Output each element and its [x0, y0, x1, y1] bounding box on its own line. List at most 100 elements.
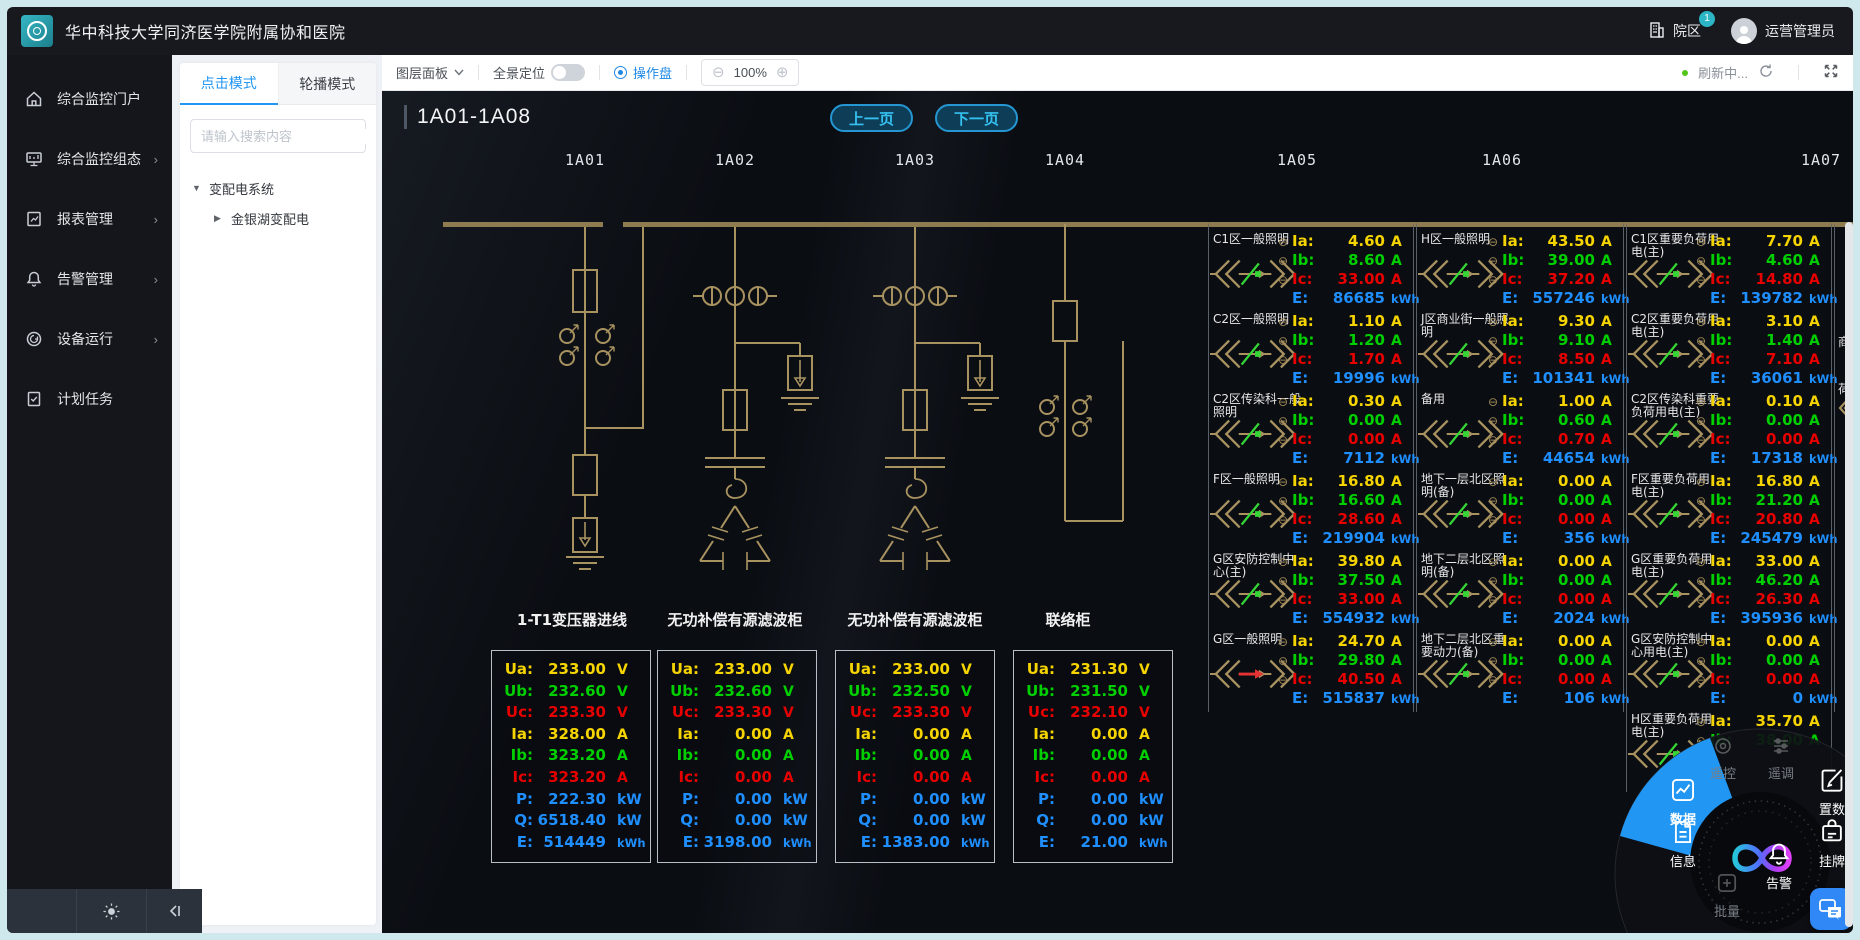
app-title: 华中科技大学同济医学院附属协和医院 [65, 19, 346, 43]
user-menu[interactable]: 运营管理员 [1731, 18, 1835, 44]
scada-canvas[interactable]: 1A01-1A08 上一页 下一页 [382, 91, 1853, 933]
zoom-in-icon[interactable]: ⊕ [776, 65, 789, 80]
layer-panel-button[interactable]: 图层面板 [396, 63, 464, 82]
tree-node-jinyinhu[interactable]: ▶ 金银湖变配电 [192, 203, 364, 233]
bay-1A04 [1040, 224, 1123, 521]
tab-carousel-mode[interactable]: 轮播模式 [278, 63, 377, 105]
mode-tabs: 点击模式 轮播模式 [180, 63, 376, 105]
report-icon [25, 210, 43, 228]
radial-item-alarm[interactable]: 告警 [1749, 841, 1809, 892]
tree-node-power-system[interactable]: ▼ 变配电系统 [192, 173, 364, 203]
chevron-right-icon: › [154, 332, 158, 347]
tab-click-mode[interactable]: 点击模式 [180, 63, 278, 105]
panel-row: Ia: 0.00 A [843, 725, 985, 747]
panel-row-unit: V [1130, 705, 1163, 721]
panel-row: Ic: 323.20 A [499, 768, 641, 790]
panel-row-label: E: [843, 833, 877, 851]
panel-row-label: Q: [665, 811, 699, 829]
sidebar-item-label: 计划任务 [57, 389, 113, 409]
operation-panel-button[interactable]: 操作盘 [614, 63, 672, 82]
measurement-panel-1A04: Ua: 231.30 V Ub: 231.50 V Uc: 232.10 V I… [1013, 650, 1173, 863]
zoom-out-icon[interactable]: ⊖ [712, 65, 725, 80]
panel-row: Ua: 233.00 V [665, 660, 807, 682]
theme-toggle-button[interactable] [77, 889, 147, 933]
panel-row-value: 0.00 [1055, 768, 1130, 786]
panel-row-unit: A [1130, 748, 1163, 764]
panel-row-value: 1383.00 [877, 833, 952, 851]
panel-row: E: 3198.00 kWh [665, 833, 807, 855]
operation-panel-label: 操作盘 [633, 63, 672, 82]
chat-icon [1818, 897, 1844, 921]
device-tree-panel: 点击模式 轮播模式 ▼ 变配电系统 ▶ 金银湖变配电 [172, 55, 382, 933]
panel-row-label: P: [1021, 790, 1055, 808]
panel-row-label: Ib: [499, 746, 533, 764]
panel-row-label: Ib: [665, 746, 699, 764]
panel-row-value: 233.00 [533, 660, 608, 678]
panel-row-unit: A [952, 748, 985, 764]
panel-row: E: 21.00 kWh [1021, 833, 1163, 855]
fullscreen-icon[interactable] [1823, 63, 1839, 82]
application-window: 华中科技大学同济医学院附属协和医院 院区 1 运营管理员 [7, 7, 1853, 933]
sidebar-item-devices[interactable]: 设备运行 › [7, 309, 172, 369]
panel-row-label: Ia: [665, 725, 699, 743]
panel-row-unit: V [608, 684, 641, 700]
panel-row: Q: 6518.40 kW [499, 811, 641, 833]
campus-switcher[interactable]: 院区 1 [1647, 20, 1701, 43]
panel-row-value: 232.10 [1055, 703, 1130, 721]
panel-row-unit: V [774, 705, 807, 721]
panel-row: Q: 0.00 kW [1021, 811, 1163, 833]
sidebar-item-portal[interactable]: 综合监控门户 [7, 69, 172, 129]
panel-row-value: 233.00 [699, 660, 774, 678]
batch-icon [1715, 871, 1739, 895]
panel-row: Ic: 0.00 A [843, 768, 985, 790]
tree-node-label: 变配电系统 [209, 179, 274, 198]
measurement-panel-1A01: Ua: 233.00 V Ub: 232.60 V Uc: 233.30 V I… [491, 650, 651, 863]
panel-row: Ua: 231.30 V [1021, 660, 1163, 682]
panel-row-label: Uc: [665, 703, 699, 721]
panel-row-unit: A [774, 748, 807, 764]
remote-adjust-icon [1770, 735, 1792, 757]
collapse-sidebar-button[interactable] [147, 889, 202, 933]
device-icon [25, 330, 43, 348]
radial-item-remote-control[interactable]: 遥控 [1693, 735, 1753, 782]
panel-row-unit: kWh [774, 834, 807, 850]
panel-row-value: 323.20 [533, 746, 608, 764]
panel-row-label: P: [499, 790, 533, 808]
panel-row: Q: 0.00 kW [665, 811, 807, 833]
sidebar-item-tasks[interactable]: 计划任务 [7, 369, 172, 429]
panel-row-unit: A [952, 727, 985, 743]
layer-panel-label: 图层面板 [396, 63, 448, 82]
panorama-toggle[interactable] [551, 64, 585, 81]
radial-item-label: 信息 [1653, 851, 1713, 870]
panel-row-value: 6518.40 [533, 811, 608, 829]
set-value-icon [1819, 767, 1845, 793]
panel-row-unit: V [952, 662, 985, 678]
sidebar-item-scada[interactable]: 综合监控组态 › [7, 129, 172, 189]
panel-row-label: Ib: [843, 746, 877, 764]
sidebar-item-reports[interactable]: 报表管理 › [7, 189, 172, 249]
panel-row-label: Ub: [843, 682, 877, 700]
panel-row-label: Ub: [1021, 682, 1055, 700]
tag-icon [1819, 819, 1845, 845]
vertical-scrollbar[interactable] [1845, 222, 1853, 927]
building-icon [1647, 20, 1667, 43]
panel-row-value: 231.30 [1055, 660, 1130, 678]
panel-row-unit: A [608, 727, 641, 743]
panel-row-value: 0.00 [699, 725, 774, 743]
sidebar-item-alarms[interactable]: 告警管理 › [7, 249, 172, 309]
panel-row-value: 0.00 [877, 746, 952, 764]
hospital-logo [21, 15, 53, 47]
tree-node-label: 金银湖变配电 [231, 209, 309, 228]
panel-row-unit: kW [774, 813, 807, 829]
radial-item-info[interactable]: 信息 [1653, 819, 1713, 870]
panel-row-label: Uc: [1021, 703, 1055, 721]
panel-row-unit: A [608, 770, 641, 786]
panel-row-unit: kW [1130, 813, 1163, 829]
panel-row-unit: V [1130, 684, 1163, 700]
refresh-icon[interactable] [1758, 63, 1774, 82]
panel-row: Ub: 232.60 V [499, 682, 641, 704]
panel-row: Q: 0.00 kW [843, 811, 985, 833]
search-input[interactable] [201, 129, 376, 144]
radial-item-batch[interactable]: 批量 [1697, 871, 1757, 920]
panel-row-label: Ua: [499, 660, 533, 678]
